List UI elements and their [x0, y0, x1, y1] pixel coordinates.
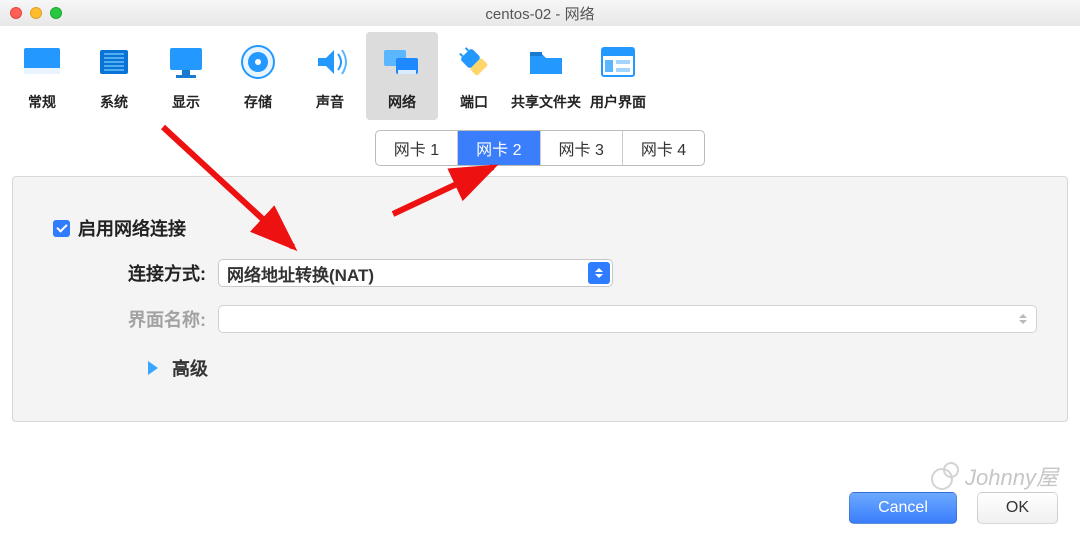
toolbar-label: 声音 — [294, 92, 366, 112]
advanced-label: 高级 — [172, 355, 208, 381]
toolbar-shared-folders[interactable]: 共享文件夹 — [510, 32, 582, 120]
toolbar-network[interactable]: 网络 — [366, 32, 438, 120]
chevron-updown-icon — [588, 262, 610, 284]
attached-to-select[interactable]: 网络地址转换(NAT) — [218, 259, 613, 287]
attached-to-value: 网络地址转换(NAT) — [227, 261, 374, 286]
storage-icon — [222, 36, 294, 88]
tab-adapter-3[interactable]: 网卡 3 — [541, 131, 623, 165]
chevron-updown-icon — [1016, 310, 1030, 328]
toolbar-storage[interactable]: 存储 — [222, 32, 294, 120]
ui-icon — [582, 36, 654, 88]
toolbar-general[interactable]: 常规 — [6, 32, 78, 120]
toolbar-audio[interactable]: 声音 — [294, 32, 366, 120]
titlebar: centos-02 - 网络 — [0, 0, 1080, 26]
enable-adapter-checkbox[interactable] — [53, 220, 70, 237]
advanced-disclosure[interactable]: 高级 — [148, 355, 1037, 381]
window-title: centos-02 - 网络 — [485, 3, 594, 24]
window-controls — [10, 7, 62, 19]
general-icon — [6, 36, 78, 88]
watermark: Johnny屋 — [931, 460, 1058, 492]
watermark-text: Johnny屋 — [965, 460, 1058, 492]
toolbar-label: 网络 — [366, 92, 438, 112]
network-form: 启用网络连接 连接方式: 网络地址转换(NAT) 界面名称: 高级 — [12, 176, 1068, 422]
tab-adapter-1[interactable]: 网卡 1 — [376, 131, 458, 165]
toolbar-ui[interactable]: 用户界面 — [582, 32, 654, 120]
ports-icon — [438, 36, 510, 88]
toolbar-label: 系统 — [78, 92, 150, 112]
attached-to-label: 连接方式: — [53, 260, 218, 286]
toolbar-display[interactable]: 显示 — [150, 32, 222, 120]
interface-name-select[interactable] — [218, 305, 1037, 333]
network-icon — [366, 36, 438, 88]
wechat-icon — [931, 462, 959, 490]
toolbar-label: 端口 — [438, 92, 510, 112]
audio-icon — [294, 36, 366, 88]
toolbar-label: 显示 — [150, 92, 222, 112]
toolbar-label: 共享文件夹 — [510, 92, 582, 112]
zoom-icon[interactable] — [50, 7, 62, 19]
display-icon — [150, 36, 222, 88]
cancel-button[interactable]: Cancel — [849, 492, 957, 524]
enable-adapter-label: 启用网络连接 — [78, 215, 186, 241]
tab-adapter-4[interactable]: 网卡 4 — [623, 131, 704, 165]
minimize-icon[interactable] — [30, 7, 42, 19]
settings-toolbar: 常规 系统 显示 存储 声音 网络 端口 — [0, 26, 1080, 120]
dialog-footer: Cancel OK — [849, 492, 1058, 524]
close-icon[interactable] — [10, 7, 22, 19]
toolbar-label: 常规 — [6, 92, 78, 112]
toolbar-ports[interactable]: 端口 — [438, 32, 510, 120]
tab-adapter-2[interactable]: 网卡 2 — [458, 131, 540, 165]
interface-name-label: 界面名称: — [53, 306, 218, 332]
ok-button[interactable]: OK — [977, 492, 1058, 524]
adapter-tabs: 网卡 1 网卡 2 网卡 3 网卡 4 — [375, 130, 705, 166]
system-icon — [78, 36, 150, 88]
folder-icon — [510, 36, 582, 88]
disclosure-triangle-icon — [148, 361, 158, 375]
toolbar-label: 用户界面 — [582, 92, 654, 112]
toolbar-system[interactable]: 系统 — [78, 32, 150, 120]
toolbar-label: 存储 — [222, 92, 294, 112]
